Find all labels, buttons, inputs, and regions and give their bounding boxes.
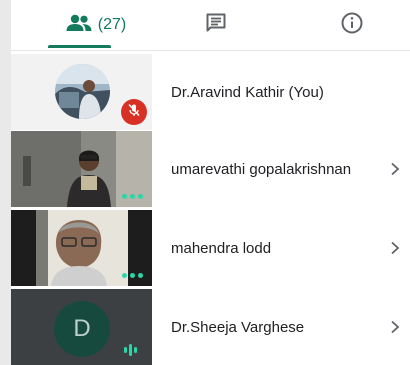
- side-panel-edge: [0, 0, 11, 365]
- participant-row[interactable]: umarevathi gopalakrishnan: [11, 131, 410, 207]
- tab-people[interactable]: (27): [41, 0, 151, 50]
- participant-row[interactable]: Dr.Aravind Kathir (You): [11, 54, 410, 130]
- tab-bar: (27): [11, 0, 410, 51]
- participant-name: mahendra lodd: [171, 239, 272, 257]
- active-tab-indicator: [48, 45, 111, 48]
- mic-off-icon: [127, 103, 141, 122]
- initial-avatar: D: [54, 301, 110, 357]
- chat-icon: [205, 12, 227, 39]
- chevron-right-icon[interactable]: [390, 210, 400, 286]
- avatar: [55, 64, 110, 119]
- more-options-icon[interactable]: [122, 194, 143, 199]
- people-icon: [66, 14, 92, 37]
- participant-tile: D: [11, 289, 152, 365]
- participant-count: (27): [97, 16, 127, 33]
- speaking-indicator-icon: [124, 344, 137, 356]
- participant-video-tile: [11, 210, 152, 286]
- chevron-right-icon[interactable]: [390, 131, 400, 207]
- participant-video-tile: [11, 131, 152, 207]
- info-icon: [341, 12, 363, 39]
- participant-row[interactable]: D Dr.Sheeja Varghese: [11, 289, 410, 365]
- more-options-icon[interactable]: [122, 273, 143, 278]
- tab-chat[interactable]: [191, 0, 241, 50]
- participant-name: Dr.Aravind Kathir (You): [171, 83, 324, 101]
- tab-info[interactable]: [327, 0, 377, 50]
- participant-row[interactable]: mahendra lodd: [11, 210, 410, 286]
- chevron-right-icon[interactable]: [390, 289, 400, 365]
- participant-name: umarevathi gopalakrishnan: [171, 160, 352, 178]
- participant-name: Dr.Sheeja Varghese: [171, 318, 305, 336]
- participant-tile: [11, 54, 152, 130]
- mic-muted-badge: [121, 99, 147, 125]
